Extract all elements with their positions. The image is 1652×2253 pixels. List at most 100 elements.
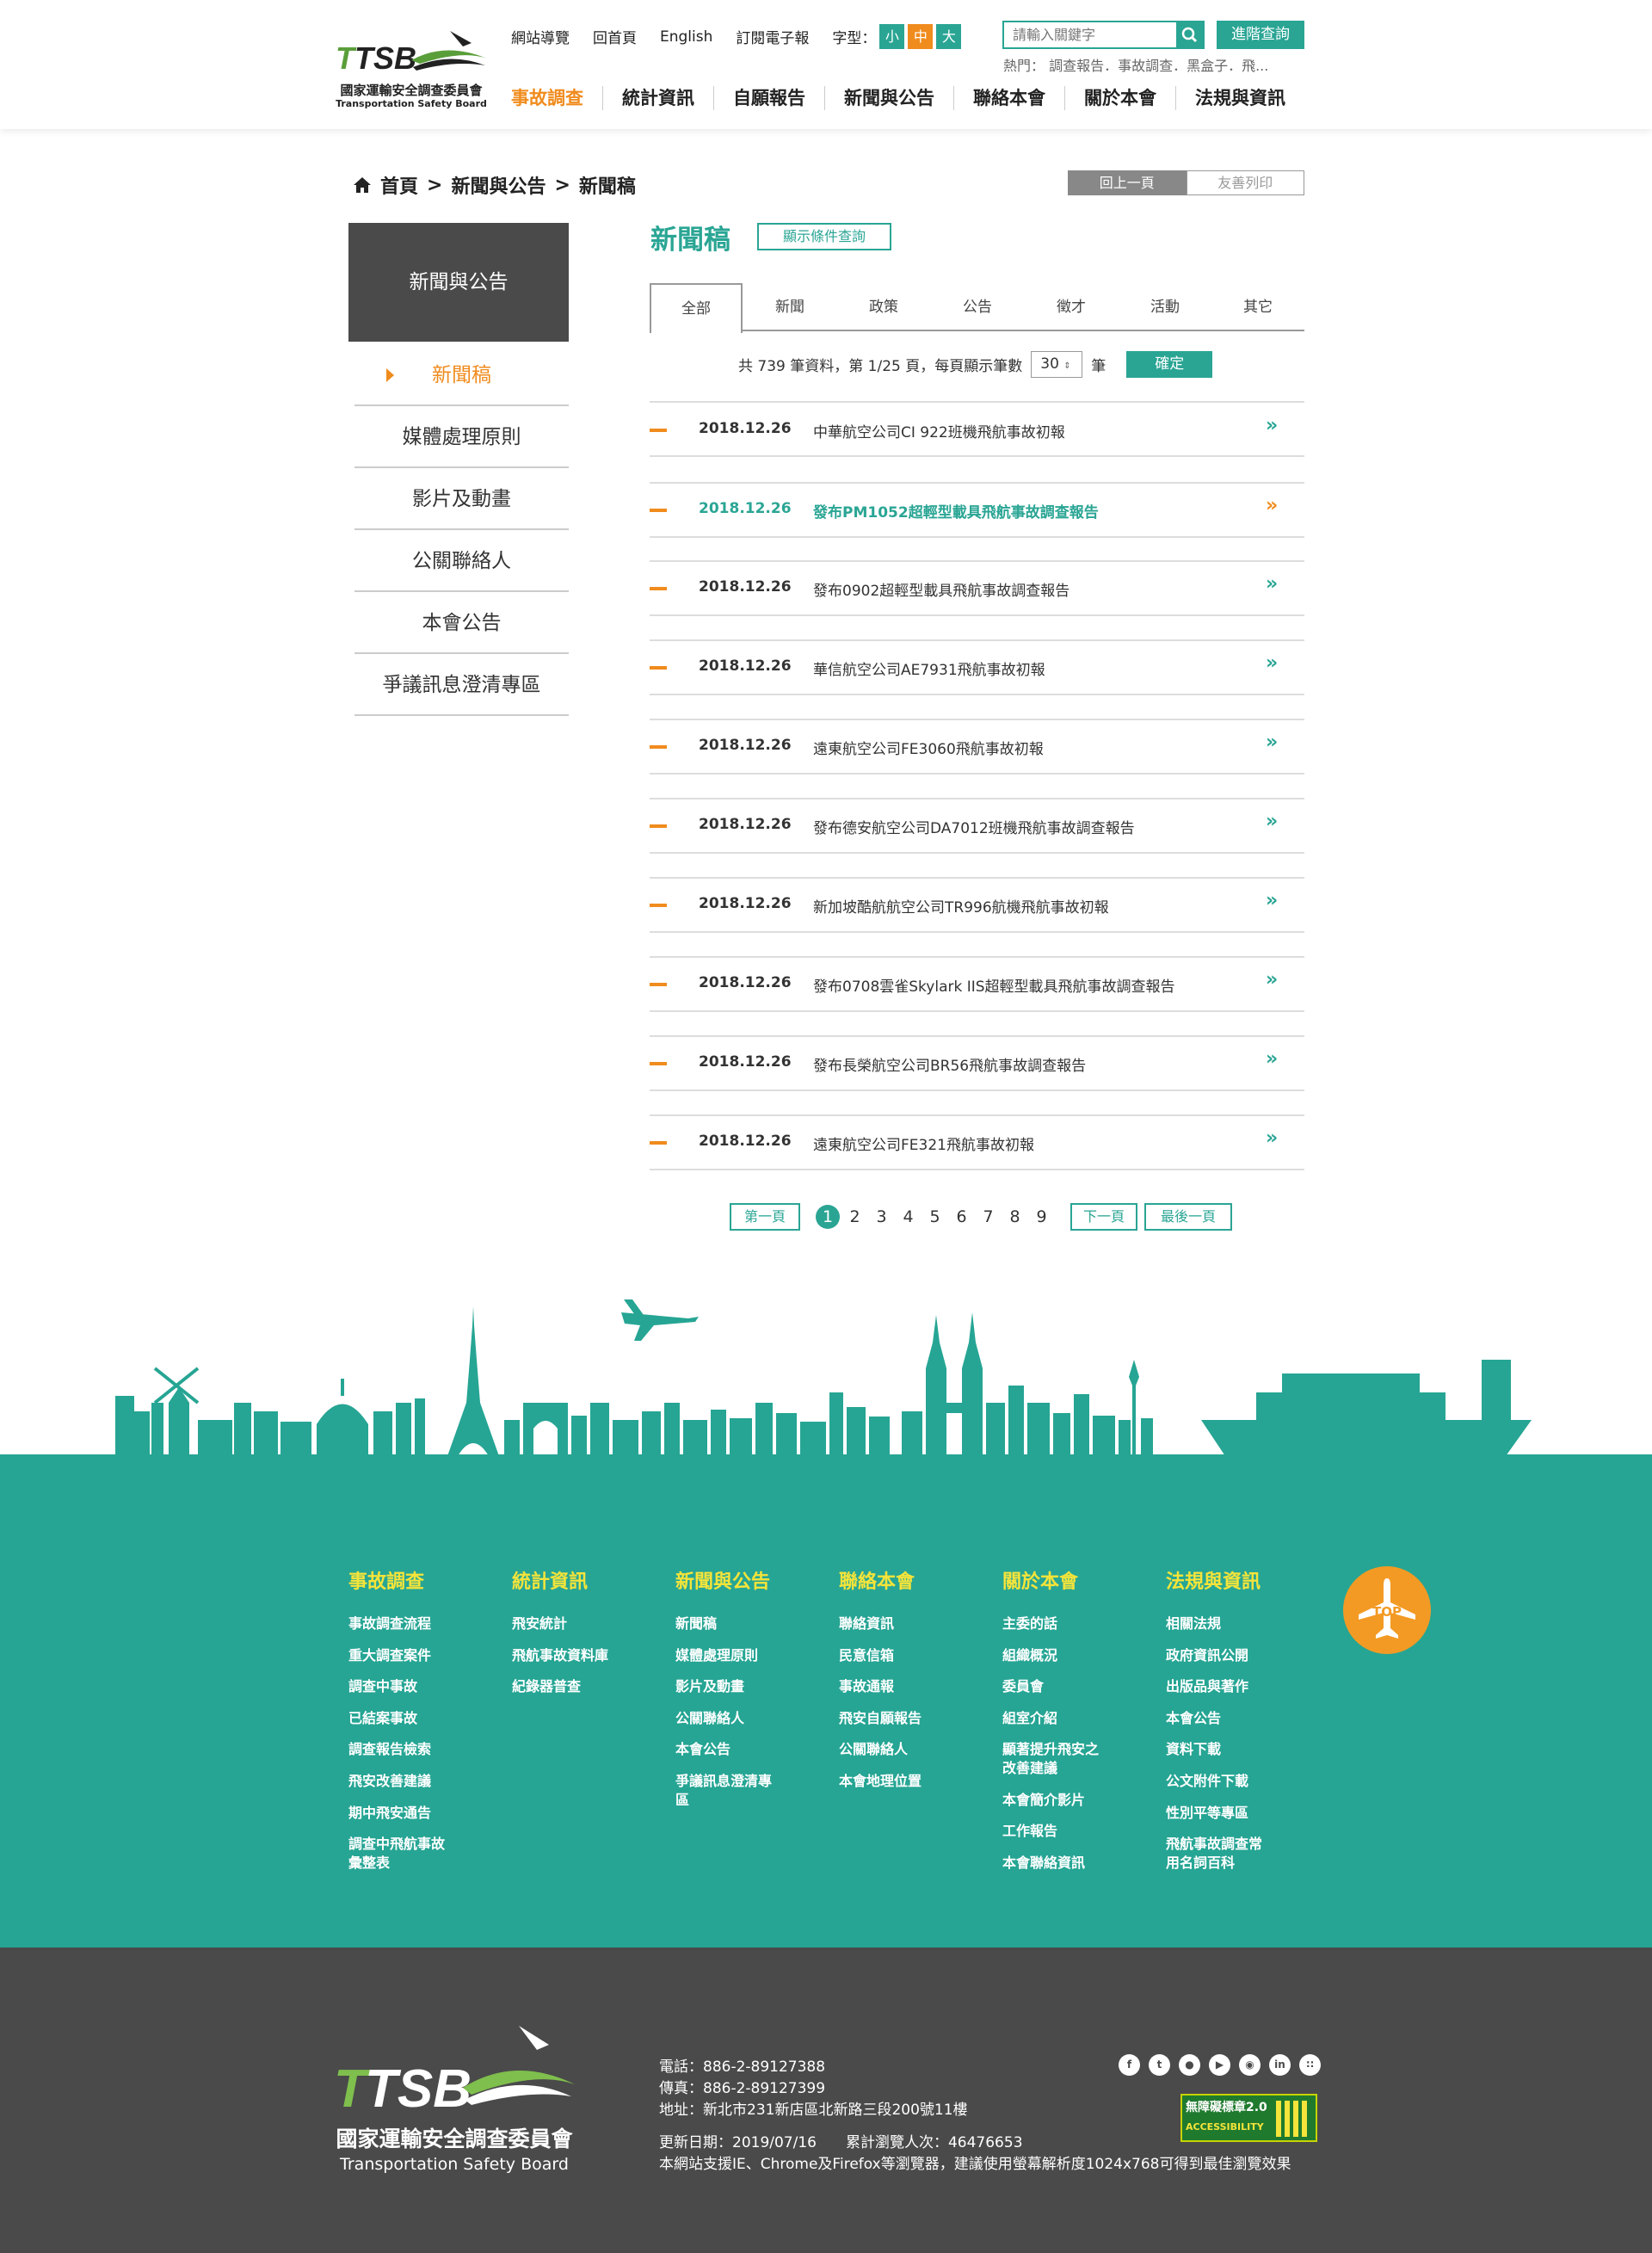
footer-link[interactable]: 調查中飛航事故彙整表 xyxy=(348,1835,452,1872)
nav-news[interactable]: 新聞與公告 xyxy=(824,86,953,110)
last-page-button[interactable]: 最後一頁 xyxy=(1144,1203,1232,1231)
advanced-search-button[interactable]: 進階查詢 xyxy=(1217,21,1304,49)
double-chevron-right-icon[interactable]: » xyxy=(1266,573,1278,595)
list-item[interactable]: 2018.12.26 遠東航空公司FE321飛航事故初報 » xyxy=(650,1114,1304,1170)
footer-heading[interactable]: 關於本會 xyxy=(1002,1566,1149,1594)
breadcrumb-home[interactable]: 首頁 xyxy=(380,171,418,199)
footer-link[interactable]: 飛航事故資料庫 xyxy=(512,1646,658,1665)
page-number[interactable]: 5 xyxy=(922,1207,948,1226)
page-number[interactable]: 3 xyxy=(868,1207,895,1226)
back-to-top-button[interactable]: TOP xyxy=(1343,1566,1431,1654)
page-number[interactable]: 6 xyxy=(948,1207,975,1226)
breadcrumb-news[interactable]: 新聞與公告 xyxy=(451,171,546,199)
list-item[interactable]: 2018.12.26 發布德安航空公司DA7012班機飛航事故調查報告 » xyxy=(650,798,1304,854)
next-page-button[interactable]: 下一頁 xyxy=(1070,1203,1137,1231)
tab-policy[interactable]: 政策 xyxy=(837,283,930,331)
instagram-icon[interactable]: ◉ xyxy=(1239,2054,1261,2076)
footer-heading[interactable]: 事故調查 xyxy=(348,1566,495,1594)
list-item[interactable]: 2018.12.26 華信航空公司AE7931飛航事故初報 » xyxy=(650,639,1304,695)
print-button[interactable]: 友善列印 xyxy=(1186,170,1304,195)
footer-link[interactable]: 期中飛安通告 xyxy=(348,1804,495,1823)
footer-link[interactable]: 新聞稿 xyxy=(675,1614,822,1633)
footer-link[interactable]: 委員會 xyxy=(1002,1677,1149,1696)
double-chevron-right-icon[interactable]: » xyxy=(1266,731,1278,753)
footer-link[interactable]: 爭議訊息澄清專區 xyxy=(675,1772,779,1809)
footer-heading[interactable]: 聯絡本會 xyxy=(839,1566,985,1594)
double-chevron-right-icon[interactable]: » xyxy=(1266,1048,1278,1070)
list-item[interactable]: 2018.12.26 遠東航空公司FE3060飛航事故初報 » xyxy=(650,719,1304,775)
sidebar-item-announcements[interactable]: 本會公告 xyxy=(354,592,569,654)
item-title[interactable]: 發布德安航空公司DA7012班機飛航事故調查報告 xyxy=(813,816,1135,837)
list-item[interactable]: 2018.12.26 發布PM1052超輕型載具飛航事故調查報告 » xyxy=(650,482,1304,538)
page-number-current[interactable]: 1 xyxy=(816,1205,840,1229)
nav-about[interactable]: 關於本會 xyxy=(1064,86,1175,110)
footer-link[interactable]: 飛安統計 xyxy=(512,1614,658,1633)
youtube-icon[interactable]: ▶ xyxy=(1209,2054,1230,2076)
nav-statistics[interactable]: 統計資訊 xyxy=(602,86,713,110)
item-title[interactable]: 發布長榮航空公司BR56飛航事故調查報告 xyxy=(813,1053,1086,1075)
footer-link[interactable]: 飛航事故調查常用名詞百科 xyxy=(1166,1835,1269,1872)
item-title[interactable]: 遠東航空公司FE321飛航事故初報 xyxy=(813,1133,1034,1154)
footer-link[interactable]: 聯絡資訊 xyxy=(839,1614,985,1633)
footer-logo[interactable]: T TSB 國家運輸安全調查委員會 Transportation Safety … xyxy=(334,2021,575,2176)
footer-link[interactable]: 飛安自願報告 xyxy=(839,1709,985,1728)
font-medium-button[interactable]: 中 xyxy=(908,24,934,49)
tab-events[interactable]: 活動 xyxy=(1119,283,1211,331)
page-number[interactable]: 4 xyxy=(895,1207,922,1226)
footer-link[interactable]: 本會公告 xyxy=(1166,1709,1312,1728)
list-item[interactable]: 2018.12.26 中華航空公司CI 922班機飛航事故初報 » xyxy=(650,401,1304,457)
footer-link[interactable]: 顯著提升飛安之改善建議 xyxy=(1002,1740,1106,1777)
tab-others[interactable]: 其它 xyxy=(1211,283,1304,331)
nav-regulations[interactable]: 法規與資訊 xyxy=(1175,86,1285,110)
line-icon[interactable]: ● xyxy=(1179,2054,1200,2076)
list-item[interactable]: 2018.12.26 發布長榮航空公司BR56飛航事故調查報告 » xyxy=(650,1035,1304,1091)
footer-link[interactable]: 出版品與著作 xyxy=(1166,1677,1312,1696)
facebook-icon[interactable]: f xyxy=(1119,2054,1140,2076)
footer-link[interactable]: 本會簡介影片 xyxy=(1002,1791,1149,1810)
footer-link[interactable]: 資料下載 xyxy=(1166,1740,1312,1759)
sidebar-item-press-release[interactable]: 新聞稿 xyxy=(354,344,569,406)
list-item[interactable]: 2018.12.26 發布0708雲雀Skylark IIS超輕型載具飛航事故調… xyxy=(650,956,1304,1012)
nav-voluntary-report[interactable]: 自願報告 xyxy=(713,86,824,110)
footer-link[interactable]: 民意信箱 xyxy=(839,1646,985,1665)
item-title[interactable]: 發布0708雲雀Skylark IIS超輕型載具飛航事故調查報告 xyxy=(813,974,1175,996)
footer-link[interactable]: 調查中事故 xyxy=(348,1677,495,1696)
tab-all[interactable]: 全部 xyxy=(650,283,743,333)
footer-link[interactable]: 事故調查流程 xyxy=(348,1614,495,1633)
show-conditions-button[interactable]: 顯示條件查詢 xyxy=(757,223,891,250)
footer-link[interactable]: 公文附件下載 xyxy=(1166,1772,1312,1791)
footer-link[interactable]: 重大調查案件 xyxy=(348,1646,495,1665)
double-chevron-right-icon[interactable]: » xyxy=(1266,811,1278,832)
footer-link[interactable]: 本會公告 xyxy=(675,1740,822,1759)
footer-link[interactable]: 公關聯絡人 xyxy=(839,1740,985,1759)
item-title[interactable]: 華信航空公司AE7931飛航事故初報 xyxy=(813,657,1045,679)
twitter-icon[interactable]: t xyxy=(1149,2054,1170,2076)
footer-link[interactable]: 政府資訊公開 xyxy=(1166,1646,1312,1665)
footer-link[interactable]: 相關法規 xyxy=(1166,1614,1312,1633)
sitemap-link[interactable]: 網站導覽 xyxy=(511,26,570,47)
item-title[interactable]: 發布PM1052超輕型載具飛航事故調查報告 xyxy=(813,500,1099,522)
linkedin-icon[interactable]: in xyxy=(1269,2054,1291,2076)
footer-link[interactable]: 紀錄器普查 xyxy=(512,1677,658,1696)
footer-link[interactable]: 事故通報 xyxy=(839,1677,985,1696)
back-button[interactable]: 回上一頁 xyxy=(1068,170,1187,195)
footer-link[interactable]: 調查報告檢索 xyxy=(348,1740,495,1759)
double-chevron-right-icon[interactable]: » xyxy=(1266,890,1278,911)
page-number[interactable]: 7 xyxy=(975,1207,1002,1226)
font-small-button[interactable]: 小 xyxy=(879,24,905,49)
item-title[interactable]: 遠東航空公司FE3060飛航事故初報 xyxy=(813,737,1044,758)
double-chevron-right-icon[interactable]: » xyxy=(1266,969,1278,991)
footer-link[interactable]: 組織概況 xyxy=(1002,1646,1149,1665)
page-number[interactable]: 8 xyxy=(1002,1207,1028,1226)
tab-recruitment[interactable]: 徵才 xyxy=(1025,283,1118,331)
tab-announcement[interactable]: 公告 xyxy=(931,283,1024,331)
sidebar-item-clarification[interactable]: 爭議訊息澄清專區 xyxy=(354,654,569,716)
footer-link[interactable]: 已結案事故 xyxy=(348,1709,495,1728)
per-page-select[interactable]: 30 ⇕ xyxy=(1031,351,1083,378)
hot-keywords[interactable]: 熱門： 調查報告．事故調查．黑盒子．飛... xyxy=(1003,54,1268,75)
footer-link[interactable]: 主委的話 xyxy=(1002,1614,1149,1633)
footer-link[interactable]: 本會聯絡資訊 xyxy=(1002,1854,1149,1873)
page-number[interactable]: 2 xyxy=(841,1207,868,1226)
footer-heading[interactable]: 法規與資訊 xyxy=(1166,1566,1312,1594)
footer-heading[interactable]: 新聞與公告 xyxy=(675,1566,822,1594)
